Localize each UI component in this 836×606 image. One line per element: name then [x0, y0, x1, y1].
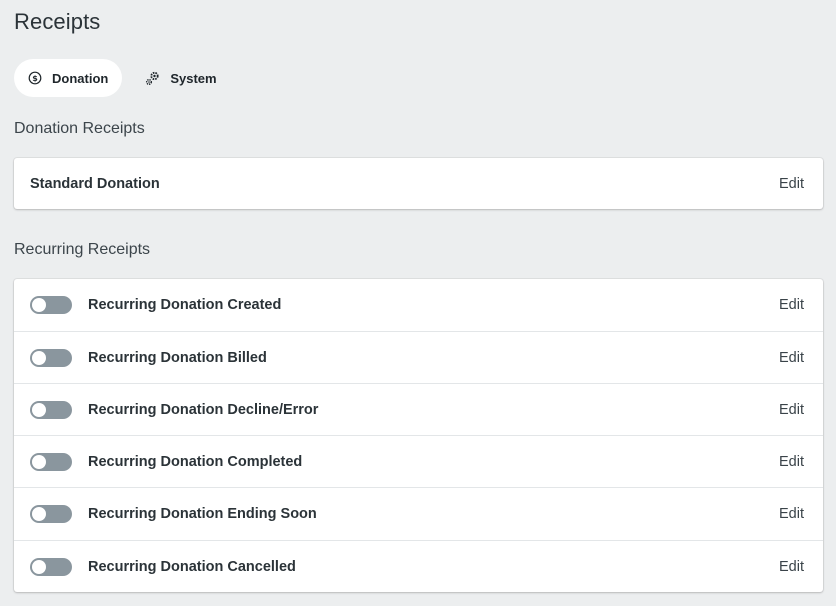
enable-toggle[interactable] [30, 400, 72, 419]
toggle-knob [32, 402, 46, 417]
toggle-knob [32, 507, 46, 521]
dollar-circle-icon: $ [27, 71, 42, 86]
recurring-receipts-card: Recurring Donation Created Edit Recurrin… [14, 279, 823, 592]
receipt-label: Recurring Donation Billed [88, 349, 267, 366]
donation-receipts-heading: Donation Receipts [14, 120, 145, 137]
receipt-label: Recurring Donation Completed [88, 453, 303, 470]
receipt-label: Recurring Donation Decline/Error [88, 401, 319, 418]
enable-toggle[interactable] [30, 505, 72, 523]
list-item: Standard Donation Edit [14, 158, 823, 209]
tab-system[interactable]: System [132, 59, 230, 97]
edit-button[interactable]: Edit [779, 454, 804, 470]
gears-icon [145, 71, 160, 86]
list-item: Recurring Donation Decline/Error Edit [14, 383, 823, 435]
list-item: Recurring Donation Completed Edit [14, 435, 823, 487]
tab-system-label: System [170, 70, 217, 86]
list-item: Recurring Donation Cancelled Edit [14, 540, 823, 592]
donation-receipts-card: Standard Donation Edit [14, 158, 823, 209]
page-title: Receipts [14, 9, 101, 34]
svg-text:$: $ [32, 74, 38, 83]
enable-toggle[interactable] [30, 296, 72, 314]
edit-button[interactable]: Edit [779, 559, 804, 575]
receipt-label: Recurring Donation Created [88, 297, 282, 313]
enable-toggle[interactable] [30, 348, 72, 367]
enable-toggle[interactable] [30, 452, 72, 471]
edit-button[interactable]: Edit [779, 402, 804, 418]
receipt-label: Recurring Donation Ending Soon [88, 506, 317, 522]
edit-button[interactable]: Edit [779, 176, 804, 192]
list-item: Recurring Donation Created Edit [14, 279, 823, 331]
tab-donation-label: Donation [52, 70, 109, 86]
tab-donation[interactable]: $ Donation [14, 59, 123, 97]
toggle-knob [32, 454, 46, 469]
receipt-tabs: $ Donation System [14, 59, 231, 97]
toggle-knob [32, 350, 46, 365]
toggle-knob [32, 559, 46, 574]
receipt-label: Recurring Donation Cancelled [88, 558, 296, 575]
list-item: Recurring Donation Billed Edit [14, 331, 823, 383]
receipt-label: Standard Donation [30, 175, 160, 192]
edit-button[interactable]: Edit [779, 350, 804, 366]
receipts-page: Receipts $ Donation System Donation Rece… [0, 0, 836, 606]
recurring-receipts-heading: Recurring Receipts [14, 241, 151, 258]
list-item: Recurring Donation Ending Soon Edit [14, 487, 823, 540]
enable-toggle[interactable] [30, 557, 72, 576]
edit-button[interactable]: Edit [779, 297, 804, 313]
toggle-knob [32, 298, 46, 312]
edit-button[interactable]: Edit [779, 506, 804, 522]
